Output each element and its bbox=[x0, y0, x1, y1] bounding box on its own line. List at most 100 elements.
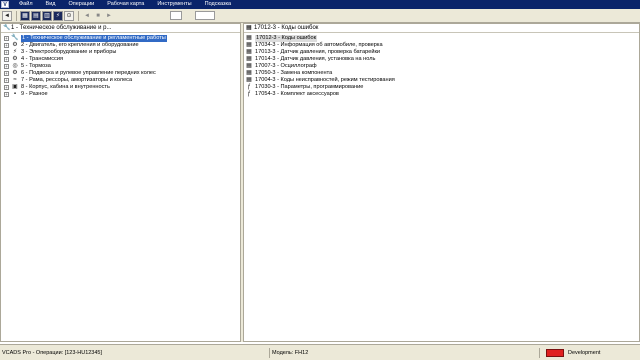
menu-bar: V Файл Вид Операции Рабочая карта Инстру… bbox=[0, 0, 640, 9]
list-item[interactable]: ▦ 17013-3 - Датчик давления, проверка ба… bbox=[244, 49, 639, 56]
disabled-tool-icon[interactable] bbox=[148, 11, 158, 21]
expand-icon[interactable]: + bbox=[4, 43, 9, 48]
left-panel-header: 🔧 1 - Техническое обслуживание и р... bbox=[1, 24, 240, 33]
play-icon[interactable]: ► bbox=[104, 11, 114, 21]
list-item-label[interactable]: 17012-3 - Коды ошибок bbox=[255, 35, 318, 42]
tree-item[interactable]: + ⚙ 2 - Двигатель, его крепления и обору… bbox=[1, 42, 240, 49]
wrench-icon: 🔧 bbox=[11, 35, 19, 41]
tree-item[interactable]: + ⚙ 6 - Подвеска и рулевое управление пе… bbox=[1, 70, 240, 77]
transmission-icon: ⚙ bbox=[12, 56, 18, 62]
misc-icon: ▪ bbox=[13, 91, 17, 97]
expand-icon[interactable]: + bbox=[4, 92, 9, 97]
operation-icon: ▦ bbox=[246, 70, 252, 76]
operation-icon: ▦ bbox=[246, 63, 252, 69]
tree-item-label[interactable]: 9 - Разное bbox=[21, 91, 48, 98]
list-item-label[interactable]: 17013-3 - Датчик давления, проверка бата… bbox=[255, 49, 380, 56]
grid-view-icon[interactable]: ▦ bbox=[20, 10, 30, 21]
electrical-icon: ⚡ bbox=[12, 49, 18, 55]
list-item-label[interactable]: 17034-3 - Информация об автомобиле, пров… bbox=[255, 42, 383, 49]
operation-icon: ▦ bbox=[246, 56, 252, 62]
list-item[interactable]: ▦ 17014-3 - Датчик давления, установка н… bbox=[244, 56, 639, 63]
status-model: Модель: FH12 bbox=[270, 347, 540, 358]
tree-item-label[interactable]: 6 - Подвеска и рулевое управление передн… bbox=[21, 70, 156, 77]
wrench-icon: 🔧 bbox=[3, 25, 11, 31]
list-item-label[interactable]: 17054-3 - Комплект аксессуаров bbox=[255, 91, 339, 98]
details-view-icon[interactable]: ▥ bbox=[42, 10, 52, 21]
list-item[interactable]: ▦ 17004-3 - Коды неисправностей, режим т… bbox=[244, 77, 639, 84]
disabled-tool-icon[interactable] bbox=[115, 11, 125, 21]
expand-icon[interactable]: + bbox=[4, 78, 9, 83]
list-item-label[interactable]: 17050-3 - Замена компонента bbox=[255, 70, 332, 77]
toolbar-field[interactable] bbox=[170, 11, 182, 20]
tree-item[interactable]: + ▣ 8 - Корпус, кабина и внутренность bbox=[1, 84, 240, 91]
operation-icon: ▦ bbox=[246, 77, 252, 83]
menu-tools[interactable]: Инструменты bbox=[157, 0, 191, 9]
tree-item[interactable]: + 🔧 1 - Техническое обслуживание и регла… bbox=[1, 35, 240, 42]
list-item[interactable]: ▦ 17050-3 - Замена компонента bbox=[244, 70, 639, 77]
list-item-label[interactable]: 17007-3 - Осциллограф bbox=[255, 63, 317, 70]
disabled-tool-icon[interactable] bbox=[126, 11, 136, 21]
expand-icon[interactable]: + bbox=[4, 36, 9, 41]
menu-help[interactable]: Подсказка bbox=[205, 0, 231, 9]
app-logo-icon: V bbox=[1, 1, 9, 8]
operations-panel: ▦ 17012-3 - Коды ошибок ▦ 17012-3 - Коды… bbox=[243, 23, 640, 342]
tree-item[interactable]: + ⚡ 3 - Электрооборудование и приборы bbox=[1, 49, 240, 56]
mode-indicator bbox=[546, 348, 564, 357]
list-item[interactable]: ▦ 17007-3 - Осциллограф bbox=[244, 63, 639, 70]
function-group-tree: + 🔧 1 - Техническое обслуживание и регла… bbox=[1, 33, 240, 98]
menu-file[interactable]: Файл bbox=[19, 0, 33, 9]
disabled-tool-icon[interactable] bbox=[184, 11, 194, 21]
toolbar-separator bbox=[16, 10, 17, 21]
menu-work-map[interactable]: Рабочая карта bbox=[107, 0, 144, 9]
expand-icon[interactable]: + bbox=[4, 57, 9, 62]
disabled-tool-icon[interactable] bbox=[159, 11, 169, 21]
tree-item[interactable]: + ◎ 5 - Тормоза bbox=[1, 63, 240, 70]
frame-icon: ≈ bbox=[13, 77, 17, 83]
disabled-tool-icon[interactable] bbox=[217, 11, 227, 21]
tree-item-label[interactable]: 7 - Рама, рессоры, амортизаторы и колеса bbox=[21, 77, 132, 84]
toolbar-separator bbox=[78, 10, 79, 21]
list-item-label[interactable]: 17014-3 - Датчик давления, установка на … bbox=[255, 56, 375, 63]
expand-icon[interactable]: + bbox=[4, 64, 9, 69]
list-item[interactable]: ƒ 17054-3 - Комплект аксессуаров bbox=[244, 91, 639, 98]
list-item-label[interactable]: 17004-3 - Коды неисправностей, режим тес… bbox=[255, 77, 395, 84]
list-item[interactable]: ▦ 17034-3 - Информация об автомобиле, пр… bbox=[244, 42, 639, 49]
target-icon[interactable]: ⊙ bbox=[64, 10, 74, 21]
list-view-icon[interactable]: ▤ bbox=[31, 10, 41, 21]
tree-item-label[interactable]: 1 - Техническое обслуживание и регламент… bbox=[21, 35, 167, 42]
tree-item-label[interactable]: 4 - Трансмиссия bbox=[21, 56, 63, 63]
operation-icon: ▦ bbox=[246, 42, 252, 48]
tree-item[interactable]: + ⚙ 4 - Трансмиссия bbox=[1, 56, 240, 63]
tree-item[interactable]: + ▪ 9 - Разное bbox=[1, 91, 240, 98]
lightning-icon[interactable]: ⚡ bbox=[53, 10, 63, 21]
tree-item-label[interactable]: 5 - Тормоза bbox=[21, 63, 51, 70]
list-item-label[interactable]: 17030-3 - Параметры, программирование bbox=[255, 84, 363, 91]
toolbar: ◄ ▦ ▤ ▥ ⚡ ⊙ ◄ ■ ► bbox=[0, 9, 640, 23]
toolbar-field[interactable] bbox=[195, 11, 215, 20]
tree-item-label[interactable]: 8 - Корпус, кабина и внутренность bbox=[21, 84, 110, 91]
programming-icon: ƒ bbox=[247, 84, 251, 90]
disabled-tool-icon[interactable] bbox=[137, 11, 147, 21]
tree-item-label[interactable]: 3 - Электрооборудование и приборы bbox=[21, 49, 116, 56]
operations-list: ▦ 17012-3 - Коды ошибок ▦ 17034-3 - Инфо… bbox=[244, 33, 639, 98]
tree-item[interactable]: + ≈ 7 - Рама, рессоры, амортизаторы и ко… bbox=[1, 77, 240, 84]
expand-icon[interactable]: + bbox=[4, 71, 9, 76]
operation-icon: ▦ bbox=[246, 25, 252, 31]
programming-icon: ƒ bbox=[247, 91, 251, 97]
expand-icon[interactable]: + bbox=[4, 85, 9, 90]
operation-icon: ▦ bbox=[246, 35, 252, 41]
engine-icon: ⚙ bbox=[12, 42, 18, 48]
right-panel-header: ▦ 17012-3 - Коды ошибок bbox=[244, 24, 639, 33]
menu-view[interactable]: Вид bbox=[46, 0, 56, 9]
list-item[interactable]: ▦ 17012-3 - Коды ошибок bbox=[244, 35, 639, 42]
expand-icon[interactable]: + bbox=[4, 50, 9, 55]
status-operation: VCADS Pro - Операции: [123-HU12345] bbox=[0, 347, 270, 358]
rewind-icon[interactable]: ◄ bbox=[82, 11, 92, 21]
list-item[interactable]: ƒ 17030-3 - Параметры, программирование bbox=[244, 84, 639, 91]
stop-icon[interactable]: ■ bbox=[93, 11, 103, 21]
back-icon[interactable]: ◄ bbox=[2, 10, 12, 21]
menu-operations[interactable]: Операции bbox=[68, 0, 94, 9]
cab-icon: ▣ bbox=[12, 84, 18, 90]
tree-item-label[interactable]: 2 - Двигатель, его крепления и оборудова… bbox=[21, 42, 139, 49]
status-mode: Development bbox=[568, 349, 601, 356]
